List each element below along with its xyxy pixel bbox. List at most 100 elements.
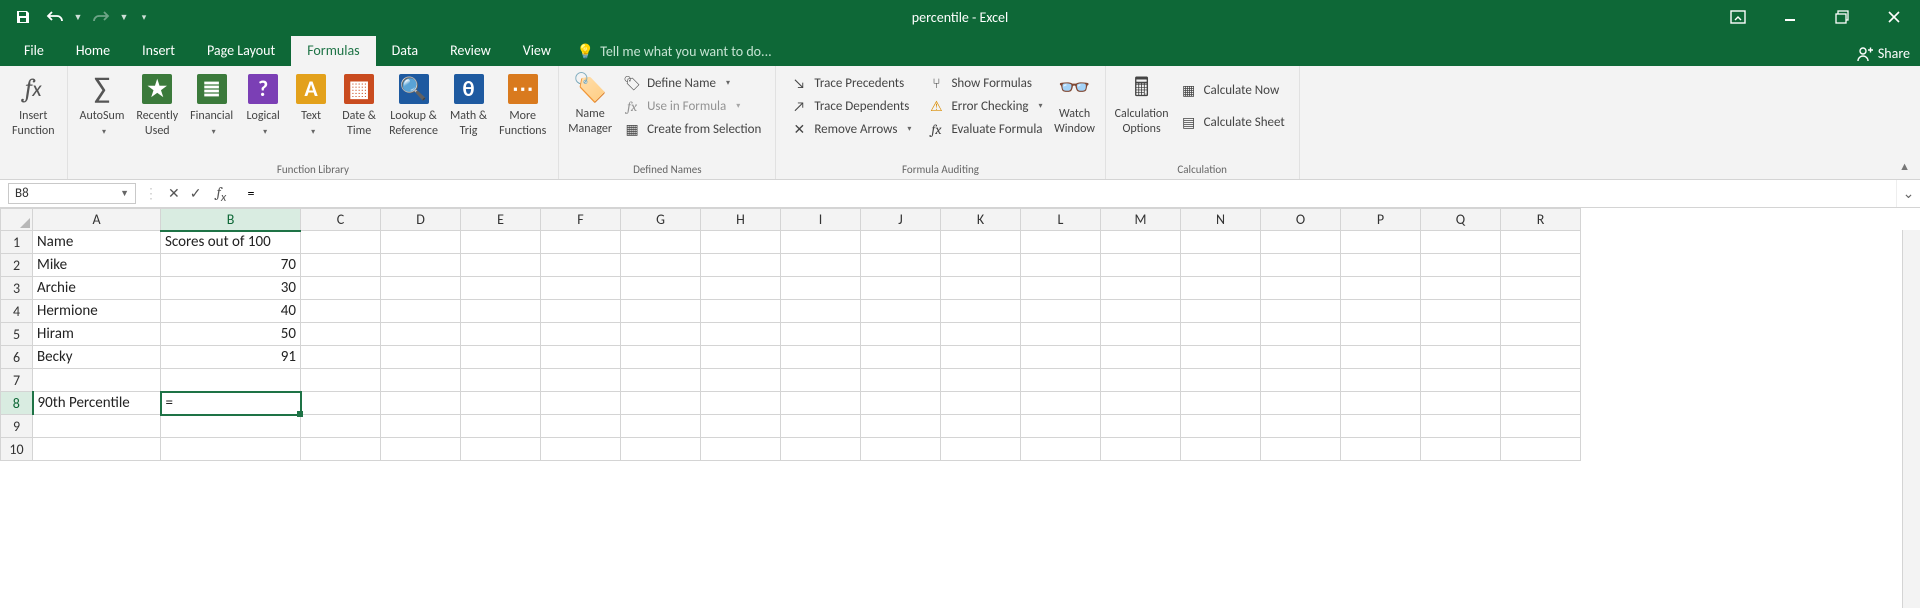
qat-customize-icon[interactable]: ▾: [138, 12, 150, 23]
lookup-reference-button[interactable]: 🔍 Lookup & Reference: [383, 70, 444, 141]
column-header-R[interactable]: R: [1501, 209, 1581, 231]
cancel-icon[interactable]: ✕: [168, 185, 180, 202]
cell-Q7[interactable]: [1421, 369, 1501, 392]
cell-I3[interactable]: [781, 277, 861, 300]
cell-G2[interactable]: [621, 254, 701, 277]
select-all-corner[interactable]: [1, 209, 33, 231]
cell-J4[interactable]: [861, 300, 941, 323]
cell-K8[interactable]: [941, 392, 1021, 415]
row-header-10[interactable]: 10: [1, 438, 33, 461]
cell-D2[interactable]: [381, 254, 461, 277]
cell-R1[interactable]: [1501, 231, 1581, 254]
cell-K2[interactable]: [941, 254, 1021, 277]
cell-B5[interactable]: 50: [161, 323, 301, 346]
cell-P1[interactable]: [1341, 231, 1421, 254]
tab-page-layout[interactable]: Page Layout: [191, 36, 291, 66]
cell-B4[interactable]: 40: [161, 300, 301, 323]
cell-C10[interactable]: [301, 438, 381, 461]
cell-A2[interactable]: Mike: [33, 254, 161, 277]
cell-B10[interactable]: [161, 438, 301, 461]
cell-J5[interactable]: [861, 323, 941, 346]
row-header-1[interactable]: 1: [1, 231, 33, 254]
cell-Q1[interactable]: [1421, 231, 1501, 254]
cell-M5[interactable]: [1101, 323, 1181, 346]
tab-insert[interactable]: Insert: [126, 36, 191, 66]
minimize-icon[interactable]: [1764, 0, 1816, 34]
cell-N5[interactable]: [1181, 323, 1261, 346]
column-header-C[interactable]: C: [301, 209, 381, 231]
tab-view[interactable]: View: [507, 36, 567, 66]
cell-H2[interactable]: [701, 254, 781, 277]
cell-J7[interactable]: [861, 369, 941, 392]
share-button[interactable]: Share: [1857, 45, 1910, 62]
cell-L6[interactable]: [1021, 346, 1101, 369]
cell-I1[interactable]: [781, 231, 861, 254]
cell-P10[interactable]: [1341, 438, 1421, 461]
cell-R10[interactable]: [1501, 438, 1581, 461]
cell-B6[interactable]: 91: [161, 346, 301, 369]
cell-D10[interactable]: [381, 438, 461, 461]
cell-Q10[interactable]: [1421, 438, 1501, 461]
column-header-J[interactable]: J: [861, 209, 941, 231]
cell-E10[interactable]: [461, 438, 541, 461]
cell-D8[interactable]: [381, 392, 461, 415]
cell-J1[interactable]: [861, 231, 941, 254]
row-header-8[interactable]: 8: [1, 392, 33, 415]
cell-M6[interactable]: [1101, 346, 1181, 369]
cell-B1[interactable]: Scores out of 100: [161, 231, 301, 254]
column-header-B[interactable]: B: [161, 209, 301, 231]
evaluate-formula-button[interactable]: fxEvaluate Formula: [924, 118, 1045, 140]
remove-arrows-button[interactable]: ✕Remove Arrows▾: [787, 118, 914, 140]
text-button[interactable]: A Text▾: [287, 70, 335, 139]
cell-N8[interactable]: [1181, 392, 1261, 415]
trace-precedents-button[interactable]: ↘Trace Precedents: [787, 72, 914, 94]
cell-K4[interactable]: [941, 300, 1021, 323]
cell-H6[interactable]: [701, 346, 781, 369]
row-header-3[interactable]: 3: [1, 277, 33, 300]
cell-O10[interactable]: [1261, 438, 1341, 461]
cell-A5[interactable]: Hiram: [33, 323, 161, 346]
cell-H7[interactable]: [701, 369, 781, 392]
cell-G5[interactable]: [621, 323, 701, 346]
cell-A6[interactable]: Becky: [33, 346, 161, 369]
cell-E5[interactable]: [461, 323, 541, 346]
cell-A8[interactable]: 90th Percentile: [33, 392, 161, 415]
save-icon[interactable]: [8, 2, 38, 32]
cell-K9[interactable]: [941, 415, 1021, 438]
column-header-I[interactable]: I: [781, 209, 861, 231]
cell-M4[interactable]: [1101, 300, 1181, 323]
create-from-selection-button[interactable]: ▦Create from Selection: [620, 118, 764, 140]
cell-N2[interactable]: [1181, 254, 1261, 277]
cell-O2[interactable]: [1261, 254, 1341, 277]
trace-dependents-button[interactable]: ↗Trace Dependents: [787, 95, 914, 117]
cell-E2[interactable]: [461, 254, 541, 277]
cell-N6[interactable]: [1181, 346, 1261, 369]
cell-F10[interactable]: [541, 438, 621, 461]
date-time-button[interactable]: ▦ Date & Time: [335, 70, 383, 141]
cell-E9[interactable]: [461, 415, 541, 438]
cell-E7[interactable]: [461, 369, 541, 392]
cell-G6[interactable]: [621, 346, 701, 369]
cell-O9[interactable]: [1261, 415, 1341, 438]
cell-O3[interactable]: [1261, 277, 1341, 300]
collapse-ribbon-icon[interactable]: ▲: [1899, 160, 1910, 173]
cell-Q2[interactable]: [1421, 254, 1501, 277]
cell-D6[interactable]: [381, 346, 461, 369]
cell-I2[interactable]: [781, 254, 861, 277]
ribbon-display-options-icon[interactable]: [1712, 0, 1764, 34]
name-box[interactable]: B8 ▼: [8, 183, 136, 204]
cell-F4[interactable]: [541, 300, 621, 323]
cell-C7[interactable]: [301, 369, 381, 392]
row-header-6[interactable]: 6: [1, 346, 33, 369]
cell-Q4[interactable]: [1421, 300, 1501, 323]
cell-O4[interactable]: [1261, 300, 1341, 323]
undo-icon[interactable]: [40, 2, 70, 32]
cell-P8[interactable]: [1341, 392, 1421, 415]
cell-A1[interactable]: Name: [33, 231, 161, 254]
column-header-H[interactable]: H: [701, 209, 781, 231]
cell-R6[interactable]: [1501, 346, 1581, 369]
cell-E4[interactable]: [461, 300, 541, 323]
cell-G1[interactable]: [621, 231, 701, 254]
column-header-M[interactable]: M: [1101, 209, 1181, 231]
cell-P9[interactable]: [1341, 415, 1421, 438]
